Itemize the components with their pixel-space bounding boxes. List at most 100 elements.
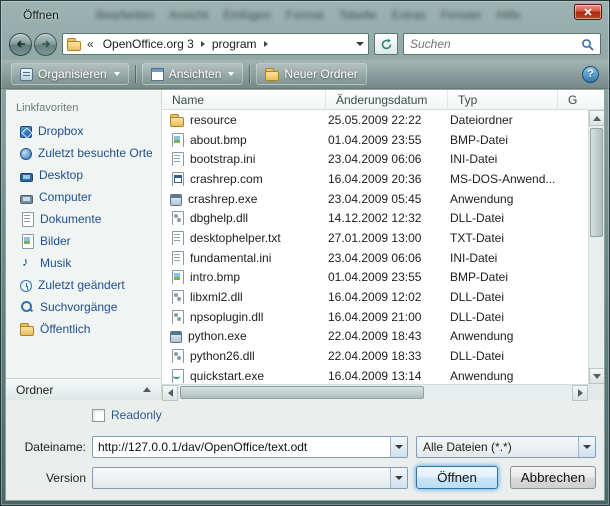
breadcrumb-item-openoffice[interactable]: OpenOffice.org 3 xyxy=(100,36,197,52)
organize-button[interactable]: Organisieren xyxy=(11,63,129,85)
file-row[interactable]: fundamental.ini 23.04.2009 06:06 INI-Dat… xyxy=(162,248,588,268)
readonly-checkbox[interactable] xyxy=(92,409,105,422)
folders-expander[interactable]: Ordner xyxy=(6,378,161,400)
breadcrumb-item-program[interactable]: program xyxy=(209,36,260,52)
file-icon xyxy=(170,231,184,245)
search-box[interactable] xyxy=(403,33,601,55)
file-icon xyxy=(170,194,182,206)
sidebar-item-recently-changed[interactable]: Zuletzt geändert xyxy=(6,274,161,296)
sidebar-item-music[interactable]: Musik xyxy=(6,252,161,274)
organize-icon xyxy=(20,68,33,81)
close-button[interactable] xyxy=(574,4,602,20)
file-list: Name Änderungsdatum Typ G resource 25.05… xyxy=(162,90,604,400)
column-header-size[interactable]: G xyxy=(558,90,604,109)
filename-input[interactable] xyxy=(93,437,390,457)
bg-menu-item: Bearbeiten xyxy=(96,8,154,22)
toolbar-separator xyxy=(135,65,136,83)
file-row[interactable]: npsoplugin.dll 16.04.2009 21:00 DLL-Date… xyxy=(162,307,588,327)
file-row[interactable]: intro.bmp 01.04.2009 23:55 BMP-Datei xyxy=(162,268,588,288)
vertical-scroll-track[interactable] xyxy=(589,126,604,368)
breadcrumb-overflow-chevron[interactable]: « xyxy=(85,37,96,51)
forward-button[interactable] xyxy=(34,33,57,56)
file-row[interactable]: quickstart.exe 16.04.2009 13:14 Anwendun… xyxy=(162,366,588,384)
sidebar-item-label: Suchvorgänge xyxy=(40,300,117,314)
triangle-up-icon xyxy=(593,116,601,121)
search-input[interactable] xyxy=(410,37,581,51)
titlebar[interactable]: Öffnen Bearbeiten Ansicht Einfügen Forma… xyxy=(1,1,609,29)
triangle-down-icon xyxy=(593,374,601,379)
version-dropdown-button[interactable] xyxy=(390,468,407,488)
vertical-scroll-thumb[interactable] xyxy=(590,128,603,237)
sidebar-item-pictures[interactable]: Bilder xyxy=(6,230,161,252)
new-folder-button[interactable]: Neuer Ordner xyxy=(256,63,366,85)
bg-menu-item: Fenster xyxy=(441,8,482,22)
horizontal-scroll-thumb[interactable] xyxy=(180,386,424,399)
recent-places-icon xyxy=(20,148,32,160)
column-header-date[interactable]: Änderungsdatum xyxy=(326,90,448,109)
file-name: npsoplugin.dll xyxy=(190,310,263,324)
sidebar-item-searches[interactable]: Suchvorgänge xyxy=(6,296,161,318)
sidebar-item-desktop[interactable]: Desktop xyxy=(6,164,161,186)
file-type: DLL-Datei xyxy=(448,211,558,225)
location-folder-icon xyxy=(67,37,81,51)
open-button[interactable]: Öffnen xyxy=(416,466,498,489)
file-icon xyxy=(170,133,184,147)
scroll-right-button[interactable] xyxy=(572,385,588,401)
filetype-dropdown-button[interactable] xyxy=(578,437,595,457)
sidebar-item-dropbox[interactable]: Dropbox xyxy=(6,120,161,142)
file-row[interactable]: desktophelper.txt 27.01.2009 13:00 TXT-D… xyxy=(162,228,588,248)
views-button[interactable]: Ansichten xyxy=(142,63,244,85)
horizontal-scrollbar[interactable] xyxy=(162,384,588,400)
file-icon xyxy=(170,369,184,383)
file-icon xyxy=(170,270,184,284)
file-row[interactable]: python26.dll 22.04.2009 18:33 DLL-Datei xyxy=(162,346,588,366)
bg-menu-item: Einfügen xyxy=(223,8,270,22)
filename-combobox[interactable] xyxy=(92,436,408,458)
vertical-scrollbar[interactable] xyxy=(588,110,604,384)
filename-label: Dateiname: xyxy=(14,440,86,454)
file-row[interactable]: about.bmp 01.04.2009 23:55 BMP-Datei xyxy=(162,130,588,150)
cancel-button[interactable]: Abbrechen xyxy=(510,466,596,489)
file-type: Anwendung xyxy=(448,369,558,383)
views-label: Ansichten xyxy=(169,67,222,81)
horizontal-scroll-track[interactable] xyxy=(178,385,572,400)
scroll-up-button[interactable] xyxy=(589,110,605,126)
command-toolbar: Organisieren Ansichten Neuer Ordner ? xyxy=(1,59,609,89)
sidebar-item-computer[interactable]: Computer xyxy=(6,186,161,208)
filename-dropdown-button[interactable] xyxy=(390,437,407,457)
file-name: dbghelp.dll xyxy=(190,211,248,225)
refresh-button[interactable] xyxy=(374,33,398,55)
readonly-label[interactable]: Readonly xyxy=(111,408,162,422)
version-select[interactable] xyxy=(92,467,408,489)
file-icon xyxy=(170,172,184,186)
filetype-select[interactable]: Alle Dateien (*.*) xyxy=(416,436,596,458)
sidebar-header: Linkfavoriten xyxy=(6,98,161,120)
file-icon xyxy=(170,113,184,127)
column-header-type[interactable]: Typ xyxy=(448,90,558,109)
clock-icon xyxy=(20,280,32,292)
scroll-left-button[interactable] xyxy=(162,385,178,401)
address-history-dropdown-icon[interactable] xyxy=(356,42,364,46)
file-date: 27.01.2009 13:00 xyxy=(326,231,448,245)
back-button[interactable] xyxy=(9,33,32,56)
file-row[interactable]: crashrep.exe 23.04.2009 05:45 Anwendung xyxy=(162,189,588,209)
file-row[interactable]: python.exe 22.04.2009 18:43 Anwendung xyxy=(162,327,588,347)
file-type: DLL-Datei xyxy=(448,290,558,304)
file-row[interactable]: crashrep.com 16.04.2009 20:36 MS-DOS-Anw… xyxy=(162,169,588,189)
background-app-menubar: Bearbeiten Ansicht Einfügen Format Tabel… xyxy=(96,8,521,22)
sidebar-item-recent-places[interactable]: Zuletzt besuchte Orte xyxy=(6,142,161,164)
sidebar-item-documents[interactable]: Dokumente xyxy=(6,208,161,230)
scroll-down-button[interactable] xyxy=(589,368,605,384)
file-type: BMP-Datei xyxy=(448,270,558,284)
address-bar[interactable]: « OpenOffice.org 3 program xyxy=(62,33,369,55)
file-row[interactable]: dbghelp.dll 14.12.2002 12:32 DLL-Datei xyxy=(162,208,588,228)
column-header-name[interactable]: Name xyxy=(162,90,326,109)
sidebar-item-public[interactable]: Öffentlich xyxy=(6,318,161,340)
file-row[interactable]: libxml2.dll 16.04.2009 12:02 DLL-Datei xyxy=(162,287,588,307)
help-button[interactable]: ? xyxy=(582,66,599,83)
file-row[interactable]: bootstrap.ini 23.04.2009 06:06 INI-Datei xyxy=(162,149,588,169)
breadcrumb-separator-icon xyxy=(201,41,205,47)
file-row[interactable]: resource 25.05.2009 22:22 Dateiordner xyxy=(162,110,588,130)
file-name: libxml2.dll xyxy=(190,290,243,304)
file-icon xyxy=(170,349,184,363)
